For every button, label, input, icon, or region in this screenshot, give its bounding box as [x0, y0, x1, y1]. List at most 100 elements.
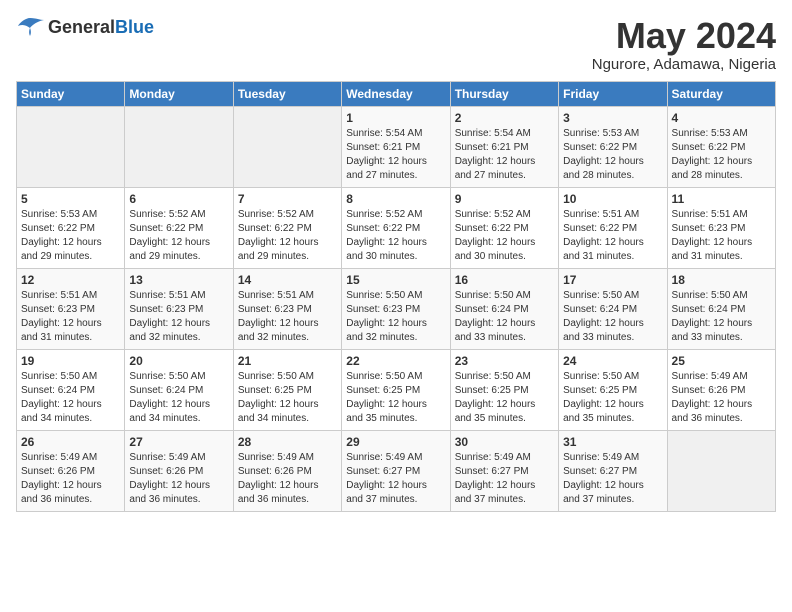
calendar-cell: 1 Sunrise: 5:54 AM Sunset: 6:21 PM Daylig… [342, 106, 450, 187]
day-number: 24 [563, 354, 662, 368]
calendar-cell: 12Sunrise: 5:51 AM Sunset: 6:23 PM Dayli… [17, 268, 125, 349]
calendar-week-row: 19 Sunrise: 5:50 AM Sunset: 6:24 PM Dayli… [17, 349, 776, 430]
calendar-week-row: 5Sunrise: 5:53 AM Sunset: 6:22 PM Daylig… [17, 187, 776, 268]
day-number: 29 [346, 435, 445, 449]
month-year-title: May 2024 [592, 16, 776, 56]
day-number: 3 [563, 111, 662, 125]
calendar-cell: 29 Sunrise: 5:49 AM Sunset: 6:27 PM Dayli… [342, 430, 450, 511]
calendar-cell: 15 Sunrise: 5:50 AM Sunset: 6:23 PM Dayli… [342, 268, 450, 349]
day-number: 18 [672, 273, 771, 287]
day-info: Sunrise: 5:50 AM Sunset: 6:24 PM Dayligh… [455, 289, 554, 345]
day-number: 2 [455, 111, 554, 125]
calendar-cell: 23 Sunrise: 5:50 AM Sunset: 6:25 PM Dayli… [450, 349, 558, 430]
calendar-cell: 10Sunrise: 5:51 AM Sunset: 6:22 PM Dayli… [559, 187, 667, 268]
calendar-cell: 11Sunrise: 5:51 AM Sunset: 6:23 PM Dayli… [667, 187, 775, 268]
calendar-header-row: SundayMondayTuesdayWednesdayThursdayFrid… [17, 81, 776, 106]
day-number: 26 [21, 435, 120, 449]
day-info: Sunrise: 5:50 AM Sunset: 6:24 PM Dayligh… [563, 289, 662, 345]
day-number: 25 [672, 354, 771, 368]
day-of-week-header: Thursday [450, 81, 558, 106]
day-info: Sunrise: 5:49 AM Sunset: 6:27 PM Dayligh… [455, 451, 554, 507]
calendar-cell: 21Sunrise: 5:50 AM Sunset: 6:25 PM Dayli… [233, 349, 341, 430]
day-info: Sunrise: 5:52 AM Sunset: 6:22 PM Dayligh… [238, 208, 337, 264]
day-number: 14 [238, 273, 337, 287]
location-subtitle: Ngurore, Adamawa, Nigeria [592, 56, 776, 73]
day-info: Sunrise: 5:49 AM Sunset: 6:26 PM Dayligh… [21, 451, 120, 507]
day-info: Sunrise: 5:52 AM Sunset: 6:22 PM Dayligh… [129, 208, 228, 264]
day-info: Sunrise: 5:50 AM Sunset: 6:23 PM Dayligh… [346, 289, 445, 345]
day-of-week-header: Saturday [667, 81, 775, 106]
day-info: Sunrise: 5:53 AM Sunset: 6:22 PM Dayligh… [563, 127, 662, 183]
day-info: Sunrise: 5:49 AM Sunset: 6:26 PM Dayligh… [129, 451, 228, 507]
day-info: Sunrise: 5:50 AM Sunset: 6:25 PM Dayligh… [455, 370, 554, 426]
day-of-week-header: Monday [125, 81, 233, 106]
calendar-cell [667, 430, 775, 511]
calendar-cell: 17Sunrise: 5:50 AM Sunset: 6:24 PM Dayli… [559, 268, 667, 349]
calendar-cell: 14 Sunrise: 5:51 AM Sunset: 6:23 PM Dayli… [233, 268, 341, 349]
day-number: 31 [563, 435, 662, 449]
day-number: 21 [238, 354, 337, 368]
calendar-cell: 18 Sunrise: 5:50 AM Sunset: 6:24 PM Dayli… [667, 268, 775, 349]
calendar-week-row: 1 Sunrise: 5:54 AM Sunset: 6:21 PM Daylig… [17, 106, 776, 187]
calendar-cell: 28Sunrise: 5:49 AM Sunset: 6:26 PM Dayli… [233, 430, 341, 511]
logo-general: General [48, 17, 115, 37]
day-number: 13 [129, 273, 228, 287]
day-info: Sunrise: 5:54 AM Sunset: 6:21 PM Dayligh… [346, 127, 445, 183]
calendar-cell: 24 Sunrise: 5:50 AM Sunset: 6:25 PM Dayli… [559, 349, 667, 430]
calendar-cell: 27 Sunrise: 5:49 AM Sunset: 6:26 PM Dayli… [125, 430, 233, 511]
calendar-cell: 16 Sunrise: 5:50 AM Sunset: 6:24 PM Dayli… [450, 268, 558, 349]
calendar-table: SundayMondayTuesdayWednesdayThursdayFrid… [16, 81, 776, 512]
day-info: Sunrise: 5:50 AM Sunset: 6:25 PM Dayligh… [346, 370, 445, 426]
day-info: Sunrise: 5:52 AM Sunset: 6:22 PM Dayligh… [346, 208, 445, 264]
calendar-cell [125, 106, 233, 187]
day-number: 12 [21, 273, 120, 287]
logo-icon [16, 16, 44, 38]
calendar-cell: 22 Sunrise: 5:50 AM Sunset: 6:25 PM Dayli… [342, 349, 450, 430]
calendar-cell: 8 Sunrise: 5:52 AM Sunset: 6:22 PM Daylig… [342, 187, 450, 268]
day-info: Sunrise: 5:50 AM Sunset: 6:24 PM Dayligh… [129, 370, 228, 426]
page-header: GeneralBlue May 2024 Ngurore, Adamawa, N… [16, 16, 776, 73]
day-number: 28 [238, 435, 337, 449]
day-number: 8 [346, 192, 445, 206]
day-info: Sunrise: 5:51 AM Sunset: 6:23 PM Dayligh… [238, 289, 337, 345]
calendar-week-row: 26 Sunrise: 5:49 AM Sunset: 6:26 PM Dayli… [17, 430, 776, 511]
calendar-cell: 26 Sunrise: 5:49 AM Sunset: 6:26 PM Dayli… [17, 430, 125, 511]
day-number: 15 [346, 273, 445, 287]
day-number: 27 [129, 435, 228, 449]
day-number: 9 [455, 192, 554, 206]
day-info: Sunrise: 5:50 AM Sunset: 6:24 PM Dayligh… [21, 370, 120, 426]
day-number: 20 [129, 354, 228, 368]
calendar-cell: 6 Sunrise: 5:52 AM Sunset: 6:22 PM Daylig… [125, 187, 233, 268]
day-info: Sunrise: 5:54 AM Sunset: 6:21 PM Dayligh… [455, 127, 554, 183]
title-block: May 2024 Ngurore, Adamawa, Nigeria [592, 16, 776, 73]
day-number: 1 [346, 111, 445, 125]
day-info: Sunrise: 5:53 AM Sunset: 6:22 PM Dayligh… [672, 127, 771, 183]
calendar-cell: 3 Sunrise: 5:53 AM Sunset: 6:22 PM Daylig… [559, 106, 667, 187]
calendar-cell [233, 106, 341, 187]
calendar-cell: 19 Sunrise: 5:50 AM Sunset: 6:24 PM Dayli… [17, 349, 125, 430]
logo: GeneralBlue [16, 16, 154, 38]
calendar-cell: 31 Sunrise: 5:49 AM Sunset: 6:27 PM Dayli… [559, 430, 667, 511]
day-number: 7 [238, 192, 337, 206]
day-number: 16 [455, 273, 554, 287]
day-number: 19 [21, 354, 120, 368]
day-number: 30 [455, 435, 554, 449]
day-info: Sunrise: 5:50 AM Sunset: 6:25 PM Dayligh… [563, 370, 662, 426]
day-info: Sunrise: 5:49 AM Sunset: 6:27 PM Dayligh… [563, 451, 662, 507]
logo-blue: Blue [115, 17, 154, 37]
day-info: Sunrise: 5:49 AM Sunset: 6:27 PM Dayligh… [346, 451, 445, 507]
calendar-cell: 13 Sunrise: 5:51 AM Sunset: 6:23 PM Dayli… [125, 268, 233, 349]
day-number: 22 [346, 354, 445, 368]
calendar-cell: 20 Sunrise: 5:50 AM Sunset: 6:24 PM Dayli… [125, 349, 233, 430]
day-number: 6 [129, 192, 228, 206]
calendar-cell [17, 106, 125, 187]
day-of-week-header: Friday [559, 81, 667, 106]
day-info: Sunrise: 5:52 AM Sunset: 6:22 PM Dayligh… [455, 208, 554, 264]
day-info: Sunrise: 5:50 AM Sunset: 6:24 PM Dayligh… [672, 289, 771, 345]
day-number: 23 [455, 354, 554, 368]
calendar-cell: 25Sunrise: 5:49 AM Sunset: 6:26 PM Dayli… [667, 349, 775, 430]
logo-text: GeneralBlue [48, 17, 154, 38]
calendar-cell: 7 Sunrise: 5:52 AM Sunset: 6:22 PM Daylig… [233, 187, 341, 268]
day-info: Sunrise: 5:51 AM Sunset: 6:23 PM Dayligh… [129, 289, 228, 345]
day-number: 4 [672, 111, 771, 125]
